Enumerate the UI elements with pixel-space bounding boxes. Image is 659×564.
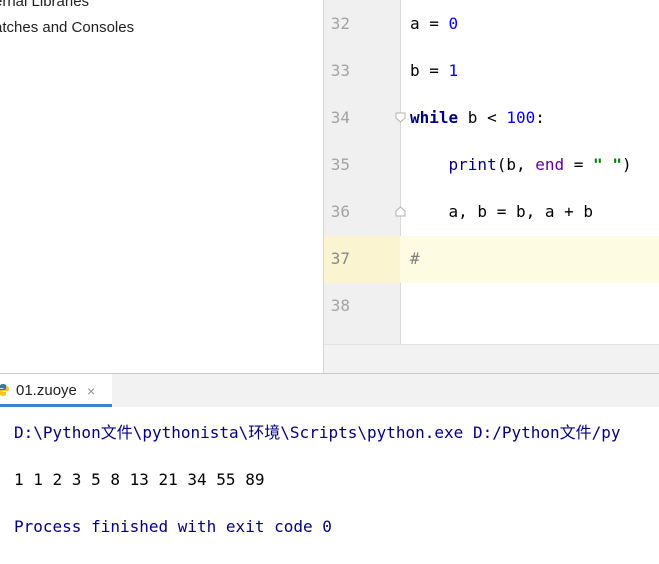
run-tab-label: 01.zuoye bbox=[16, 382, 77, 399]
code-token: = bbox=[564, 155, 594, 174]
code-token: # bbox=[410, 249, 420, 268]
line-number: 32 bbox=[330, 14, 350, 33]
code-token: b < bbox=[458, 108, 507, 127]
run-console-output[interactable]: D:\Python文件\pythonista\环境\Scripts\python… bbox=[0, 407, 659, 564]
console-program-output: 1 1 2 3 5 8 13 21 34 55 89 bbox=[14, 470, 265, 489]
fold-open-icon[interactable] bbox=[395, 112, 406, 123]
code-text: # bbox=[410, 235, 420, 282]
code-token: (b, bbox=[496, 155, 536, 174]
line-number: 38 bbox=[330, 296, 350, 315]
tree-item-external-libraries[interactable]: ernal Libraries bbox=[0, 0, 89, 12]
code-token: " " bbox=[593, 155, 622, 174]
console-exit-message: Process finished with exit code 0 bbox=[14, 517, 332, 536]
code-line[interactable]: 36 a, b = b, a + b bbox=[324, 188, 659, 235]
code-token: a = bbox=[410, 14, 449, 33]
code-token: b = bbox=[410, 61, 449, 80]
code-line[interactable]: 33 b = 1 bbox=[324, 47, 659, 94]
line-number: 37 bbox=[330, 249, 350, 268]
code-editor[interactable]: 32 a = 0 33 b = 1 34 while b < 100: 35 print(b… bbox=[324, 0, 659, 373]
project-panel: ernal Libraries atches and Consoles bbox=[0, 0, 323, 373]
code-line[interactable]: 35 print(b, end = " ") bbox=[324, 141, 659, 188]
code-token: while bbox=[410, 108, 459, 127]
code-line[interactable]: 37 # bbox=[324, 235, 659, 282]
editor-bottom-strip bbox=[324, 344, 659, 373]
code-token: 0 bbox=[448, 14, 459, 33]
python-icon bbox=[0, 384, 9, 396]
line-number: 34 bbox=[330, 108, 350, 127]
code-token: end bbox=[535, 155, 565, 174]
code-token: a, b = b, a + b bbox=[410, 202, 594, 221]
run-tab-bar: 01.zuoye × bbox=[0, 373, 659, 407]
code-text: while b < 100: bbox=[410, 94, 545, 141]
code-token: 100 bbox=[506, 108, 536, 127]
code-token: ) bbox=[621, 155, 632, 174]
line-number: 35 bbox=[330, 155, 350, 174]
line-number: 36 bbox=[330, 202, 350, 221]
tree-item-scratches-and-consoles[interactable]: atches and Consoles bbox=[0, 18, 134, 38]
code-token: : bbox=[535, 108, 545, 127]
code-line[interactable]: 32 a = 0 bbox=[324, 0, 659, 47]
code-text: print(b, end = " ") bbox=[410, 141, 632, 188]
code-text: b = 1 bbox=[410, 47, 458, 94]
console-command-line: D:\Python文件\pythonista\环境\Scripts\python… bbox=[14, 423, 621, 442]
line-number: 33 bbox=[330, 61, 350, 80]
close-icon[interactable]: × bbox=[87, 382, 95, 400]
code-text: a = 0 bbox=[410, 0, 458, 47]
code-line[interactable]: 38 bbox=[324, 282, 659, 329]
run-tab-01-zuoye[interactable]: 01.zuoye × bbox=[0, 374, 112, 407]
code-token: 1 bbox=[448, 61, 459, 80]
fold-end-icon[interactable] bbox=[395, 206, 406, 217]
code-line[interactable]: 34 while b < 100: bbox=[324, 94, 659, 141]
code-token: print bbox=[448, 155, 497, 174]
code-text: a, b = b, a + b bbox=[410, 188, 594, 235]
